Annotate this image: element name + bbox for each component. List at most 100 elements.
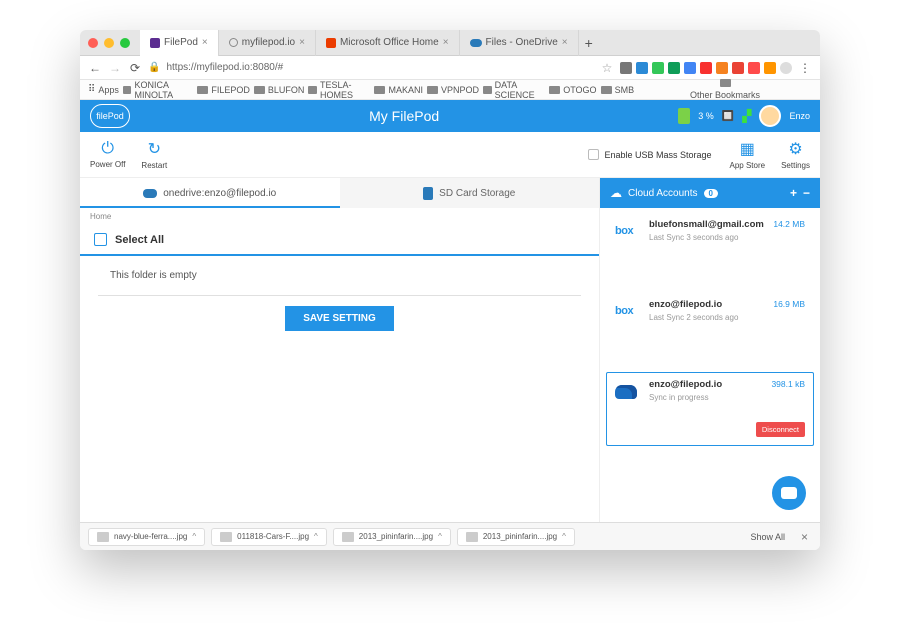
extension-icon[interactable] bbox=[764, 62, 776, 74]
extension-icon[interactable] bbox=[636, 62, 648, 74]
app-logo[interactable]: filePod bbox=[90, 104, 130, 128]
extension-icon[interactable] bbox=[732, 62, 744, 74]
extension-icon[interactable] bbox=[652, 62, 664, 74]
lock-icon[interactable]: 🔒 bbox=[148, 62, 160, 73]
extension-icon[interactable] bbox=[700, 62, 712, 74]
download-item[interactable]: 2013_pininfarin....jpg ^ bbox=[333, 528, 451, 546]
minimize-window-icon[interactable] bbox=[104, 38, 114, 48]
restart-label: Restart bbox=[141, 161, 167, 170]
window-titlebar: FilePod × myfilepod.io × Microsoft Offic… bbox=[80, 30, 820, 56]
account-card[interactable]: box bluefonsmall@gmail.com Last Sync 3 s… bbox=[606, 212, 814, 286]
sdcard-icon bbox=[423, 187, 433, 200]
browser-tab[interactable]: myfilepod.io × bbox=[219, 30, 316, 56]
remove-account-button[interactable]: − bbox=[803, 186, 810, 200]
chevron-up-icon[interactable]: ^ bbox=[438, 532, 442, 541]
forward-icon[interactable]: → bbox=[108, 61, 122, 75]
storage-tabs: onedrive:enzo@filepod.io SD Card Storage bbox=[80, 178, 599, 208]
new-tab-button[interactable]: + bbox=[579, 35, 599, 51]
bookmark-label: OTOGO bbox=[563, 85, 596, 95]
bookmark-folder[interactable]: SMB bbox=[601, 85, 635, 95]
folder-icon bbox=[197, 86, 208, 94]
download-filename: navy-blue-ferra....jpg bbox=[114, 532, 187, 541]
bookmark-label: TESLA-HOMES bbox=[320, 80, 370, 100]
account-card[interactable]: enzo@filepod.io Sync in progress 398.1 k… bbox=[606, 372, 814, 446]
folder-icon bbox=[374, 86, 385, 94]
breadcrumb[interactable]: Home bbox=[80, 208, 599, 225]
other-bookmarks[interactable]: Other Bookmarks bbox=[638, 79, 812, 100]
tab-label: myfilepod.io bbox=[242, 37, 295, 48]
extension-icon[interactable] bbox=[748, 62, 760, 74]
bookmark-label: Other Bookmarks bbox=[690, 90, 760, 100]
power-off-button[interactable]: ⏻ Power Off bbox=[90, 140, 125, 169]
chevron-up-icon[interactable]: ^ bbox=[314, 532, 318, 541]
bookmark-folder[interactable]: FILEPOD bbox=[197, 85, 250, 95]
close-tab-icon[interactable]: × bbox=[562, 37, 568, 48]
checkbox-icon bbox=[588, 149, 599, 160]
select-all-label: Select All bbox=[115, 234, 164, 246]
extension-icon[interactable] bbox=[620, 62, 632, 74]
bookmark-folder[interactable]: DATA SCIENCE bbox=[483, 80, 545, 100]
settings-button[interactable]: ⚙ Settings bbox=[781, 139, 810, 170]
download-filename: 2013_pininfarin....jpg bbox=[359, 532, 433, 541]
download-item[interactable]: navy-blue-ferra....jpg ^ bbox=[88, 528, 205, 546]
bookmark-folder[interactable]: TESLA-HOMES bbox=[308, 80, 370, 100]
provider-icon: box bbox=[615, 219, 641, 279]
tab-onedrive[interactable]: onedrive:enzo@filepod.io bbox=[80, 178, 340, 208]
provider-icon: box bbox=[615, 299, 641, 359]
browser-tab[interactable]: Microsoft Office Home × bbox=[316, 30, 460, 56]
browser-tab[interactable]: FilePod × bbox=[140, 30, 219, 56]
url-text[interactable]: https://myfilepod.io:8080/# bbox=[166, 62, 594, 73]
wifi-icon[interactable]: ▞ bbox=[742, 109, 751, 123]
folder-icon bbox=[427, 86, 438, 94]
restart-button[interactable]: ↻ Restart bbox=[141, 139, 167, 170]
add-account-button[interactable]: + bbox=[790, 186, 797, 200]
chevron-up-icon[interactable]: ^ bbox=[192, 532, 196, 541]
account-sync-status: Sync in progress bbox=[649, 393, 805, 402]
appstore-icon: ▦ bbox=[740, 139, 755, 159]
folder-icon bbox=[601, 86, 612, 94]
folder-icon bbox=[720, 79, 731, 87]
bookmark-folder[interactable]: KONICA MINOLTA bbox=[123, 80, 194, 100]
download-item[interactable]: 2013_pininfarin....jpg^ bbox=[457, 528, 575, 546]
close-tab-icon[interactable]: × bbox=[299, 37, 305, 48]
select-all-row[interactable]: Select All bbox=[80, 225, 599, 256]
enable-usb-checkbox[interactable]: Enable USB Mass Storage bbox=[588, 149, 711, 160]
save-setting-button[interactable]: SAVE SETTING bbox=[285, 306, 394, 331]
extension-icon[interactable] bbox=[668, 62, 680, 74]
account-card[interactable]: box enzo@filepod.io Last Sync 2 seconds … bbox=[606, 292, 814, 366]
favicon-icon bbox=[150, 38, 160, 48]
profile-avatar-icon[interactable] bbox=[780, 62, 792, 74]
tab-onedrive-label: onedrive:enzo@filepod.io bbox=[163, 188, 276, 199]
select-all-checkbox[interactable] bbox=[94, 233, 107, 246]
extension-icon[interactable] bbox=[684, 62, 696, 74]
disconnect-button[interactable]: Disconnect bbox=[756, 422, 805, 437]
chat-widget-button[interactable] bbox=[772, 476, 806, 510]
show-all-downloads-button[interactable]: Show All bbox=[744, 530, 791, 544]
avatar[interactable] bbox=[759, 105, 781, 127]
sdcard-icon[interactable] bbox=[678, 108, 690, 124]
browser-tabs: FilePod × myfilepod.io × Microsoft Offic… bbox=[140, 30, 812, 56]
apps-button[interactable]: ⠿Apps bbox=[88, 84, 119, 95]
account-size: 14.2 MB bbox=[773, 219, 805, 229]
download-item[interactable]: 011818-Cars-F....jpg^ bbox=[211, 528, 327, 546]
close-window-icon[interactable] bbox=[88, 38, 98, 48]
url-bar: ← → ⟳ 🔒 https://myfilepod.io:8080/# ☆ ⋮ bbox=[80, 56, 820, 80]
close-tab-icon[interactable]: × bbox=[202, 37, 208, 48]
close-downloads-bar-button[interactable]: × bbox=[797, 530, 812, 544]
tab-sdcard[interactable]: SD Card Storage bbox=[340, 178, 600, 208]
reload-icon[interactable]: ⟳ bbox=[128, 61, 142, 75]
bookmark-folder[interactable]: MAKANI bbox=[374, 85, 423, 95]
maximize-window-icon[interactable] bbox=[120, 38, 130, 48]
bookmark-label: VPNPOD bbox=[441, 85, 479, 95]
browser-tab[interactable]: Files - OneDrive × bbox=[460, 30, 579, 56]
chevron-up-icon[interactable]: ^ bbox=[562, 532, 566, 541]
close-tab-icon[interactable]: × bbox=[443, 37, 449, 48]
bookmark-folder[interactable]: VPNPOD bbox=[427, 85, 479, 95]
back-icon[interactable]: ← bbox=[88, 61, 102, 75]
app-store-button[interactable]: ▦ App Store bbox=[730, 139, 766, 170]
star-icon[interactable]: ☆ bbox=[600, 61, 614, 75]
bookmark-folder[interactable]: BLUFON bbox=[254, 85, 305, 95]
bookmark-folder[interactable]: OTOGO bbox=[549, 85, 596, 95]
menu-icon[interactable]: ⋮ bbox=[798, 61, 812, 75]
extension-icon[interactable] bbox=[716, 62, 728, 74]
